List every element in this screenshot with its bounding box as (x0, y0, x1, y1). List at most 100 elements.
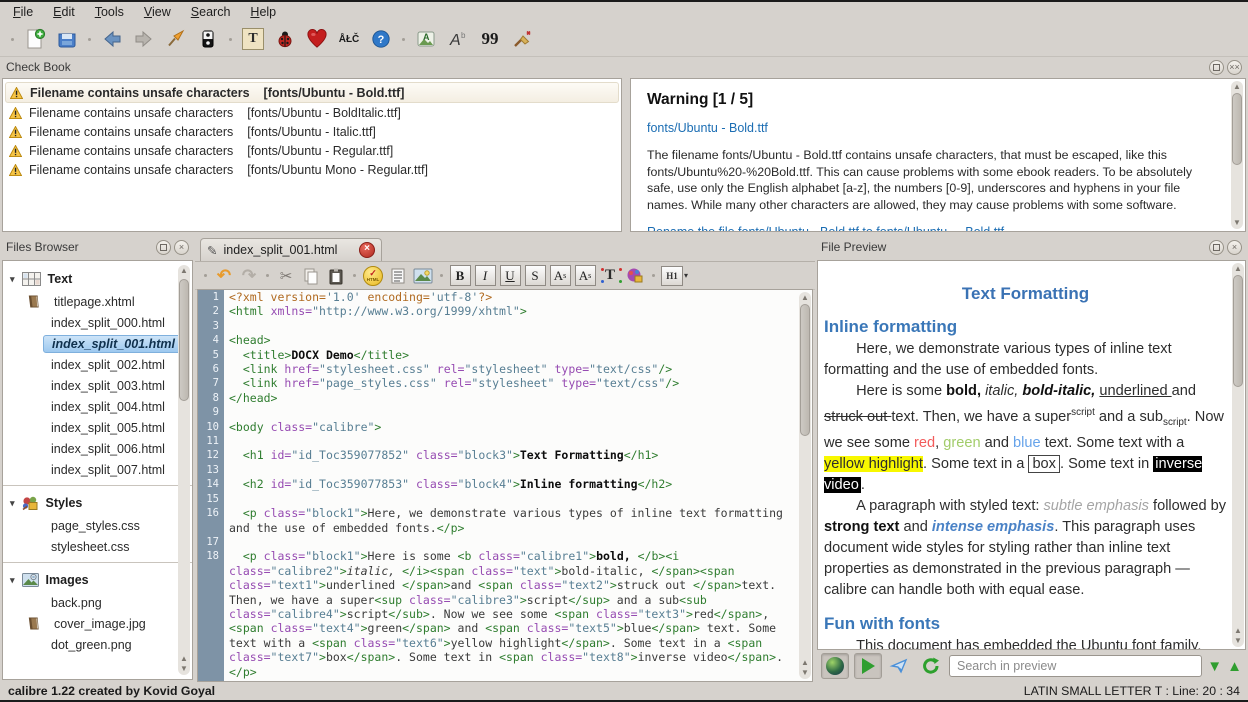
preview-search-input[interactable] (949, 655, 1202, 677)
scroll-up-icon[interactable]: ▲ (178, 655, 190, 663)
subscript-button[interactable]: As (574, 265, 596, 287)
auto-refresh-button[interactable] (821, 653, 849, 679)
menu-help[interactable]: Help (241, 3, 285, 21)
warning-scrollbar[interactable]: ▲ ▼ (1231, 81, 1243, 229)
scroll-up-icon[interactable]: ▲ (1232, 627, 1244, 635)
file-item[interactable]: back.png (3, 592, 192, 613)
file-item[interactable]: titlepage.xhtml (3, 291, 192, 312)
file-item[interactable]: index_split_004.html (3, 396, 192, 417)
spell-check-button[interactable]: Ab (444, 25, 472, 53)
scroll-up-icon[interactable]: ▲ (799, 294, 811, 302)
sync-position-button[interactable] (887, 654, 913, 678)
forward-button[interactable] (130, 25, 158, 53)
section-header-styles[interactable]: ▾Styles (3, 491, 192, 515)
remove-unused-css-button[interactable] (508, 25, 536, 53)
menu-search[interactable]: Search (182, 3, 240, 21)
scrollbar-thumb[interactable] (800, 304, 810, 436)
scroll-down-icon[interactable]: ▼ (1232, 637, 1244, 645)
scrollbar-thumb[interactable] (1232, 93, 1242, 165)
file-item[interactable]: page_styles.css (3, 515, 192, 536)
help-button[interactable]: ? (367, 25, 395, 53)
warning-file-link[interactable]: fonts/Ubuntu - Bold.ttf (647, 121, 1219, 135)
superscript-button[interactable]: As (549, 265, 571, 287)
check-issues-list[interactable]: Filename contains unsafe characters[font… (2, 78, 622, 232)
check-issue-row[interactable]: Filename contains unsafe characters[font… (5, 103, 619, 122)
file-item[interactable]: index_split_005.html (3, 417, 192, 438)
file-item[interactable]: cover_image.jpg (3, 613, 192, 634)
insert-image-button[interactable] (412, 265, 434, 287)
text-color-button[interactable]: T (599, 265, 621, 287)
scroll-up-icon[interactable]: ▲ (178, 267, 190, 275)
file-item[interactable]: stylesheet.css (3, 536, 192, 557)
file-item[interactable]: index_split_003.html (3, 375, 192, 396)
scroll-up-icon[interactable]: ▲ (1231, 83, 1243, 91)
run-preview-button[interactable] (854, 653, 882, 679)
editor-tab[interactable]: ✎ index_split_001.html × (200, 238, 382, 261)
reload-preview-button[interactable] (918, 654, 944, 678)
view-image-button[interactable]: A (412, 25, 440, 53)
close-panel-button[interactable]: ×× (1227, 60, 1242, 75)
file-item[interactable]: index_split_006.html (3, 438, 192, 459)
scroll-down-icon[interactable]: ▼ (799, 669, 811, 677)
file-item[interactable]: index_split_000.html (3, 312, 192, 333)
donate-button[interactable] (303, 25, 331, 53)
menu-edit[interactable]: Edit (44, 3, 84, 21)
strikethrough-button[interactable]: S (524, 265, 546, 287)
float-panel-button[interactable] (156, 240, 171, 255)
special-characters-button[interactable]: ÅŁČ (335, 25, 363, 53)
section-header-images[interactable]: ▾Images (3, 568, 192, 592)
smarten-punctuation-button[interactable]: 99 (476, 25, 504, 53)
undo-button[interactable]: ↶ (213, 265, 235, 287)
paste-button[interactable] (325, 265, 347, 287)
warning-rename-link[interactable]: Rename the file fonts/Ubuntu - Bold.ttf … (647, 225, 1219, 232)
float-panel-button[interactable] (1209, 60, 1224, 75)
find-next-icon[interactable]: ▼ (1207, 659, 1222, 674)
pretty-print-button[interactable] (387, 265, 409, 287)
scrollbar-thumb[interactable] (1233, 275, 1243, 387)
cut-button[interactable]: ✂ (275, 265, 297, 287)
editor-scrollbar[interactable]: ▲ ▲ ▼ (799, 292, 811, 679)
close-panel-button[interactable]: × (1227, 240, 1242, 255)
background-style-button[interactable] (624, 265, 646, 287)
save-button[interactable] (53, 25, 81, 53)
file-item[interactable]: index_split_001.html (3, 333, 192, 354)
italic-button[interactable]: I (474, 265, 496, 287)
code-editor[interactable]: 1<?xml version='1.0' encoding='utf-8'?>2… (197, 289, 813, 682)
new-file-button[interactable] (21, 25, 49, 53)
file-item[interactable]: index_split_002.html (3, 354, 192, 375)
file-item[interactable]: dot_green.png (3, 634, 192, 655)
section-header-text[interactable]: ▾Text (3, 267, 192, 291)
check-issue-row[interactable]: Filename contains unsafe characters[font… (5, 141, 619, 160)
scroll-down-icon[interactable]: ▼ (1231, 219, 1243, 227)
close-panel-button[interactable]: × (174, 240, 189, 255)
block-style-dropdown[interactable]: H1 ▾ (661, 265, 688, 287)
code-area[interactable]: 1<?xml version='1.0' encoding='utf-8'?>2… (198, 290, 798, 681)
menu-file[interactable]: File (4, 3, 42, 21)
scroll-up-icon[interactable]: ▲ (1232, 265, 1244, 273)
underline-button[interactable]: U (499, 265, 521, 287)
check-html-button[interactable]: ✓HTML (362, 265, 384, 287)
pin-button[interactable] (162, 25, 190, 53)
preview-scrollbar[interactable]: ▲ ▲ ▼ (1232, 263, 1244, 647)
chevron-down-icon: ▾ (10, 575, 15, 586)
bold-button[interactable]: B (449, 265, 471, 287)
scroll-down-icon[interactable]: ▼ (178, 665, 190, 673)
tab-close-button[interactable]: × (359, 242, 375, 258)
redo-button[interactable]: ↷ (238, 265, 260, 287)
float-panel-button[interactable] (1209, 240, 1224, 255)
find-previous-icon[interactable]: ▲ (1227, 659, 1242, 674)
file-item[interactable]: index_split_007.html (3, 459, 192, 480)
files-scrollbar[interactable]: ▲ ▲ ▼ (178, 265, 190, 675)
arrange-files-button[interactable] (194, 25, 222, 53)
font-button[interactable]: T (239, 25, 267, 53)
scrollbar-thumb[interactable] (179, 279, 189, 401)
check-issue-row[interactable]: Filename contains unsafe characters[font… (5, 160, 619, 179)
check-issue-row[interactable]: Filename contains unsafe characters[font… (5, 122, 619, 141)
check-issue-row[interactable]: Filename contains unsafe characters[font… (5, 82, 619, 103)
copy-button[interactable] (300, 265, 322, 287)
menu-tools[interactable]: Tools (86, 3, 133, 21)
scroll-up-icon[interactable]: ▲ (799, 659, 811, 667)
back-button[interactable] (98, 25, 126, 53)
menu-view[interactable]: View (135, 3, 180, 21)
check-book-button[interactable] (271, 25, 299, 53)
